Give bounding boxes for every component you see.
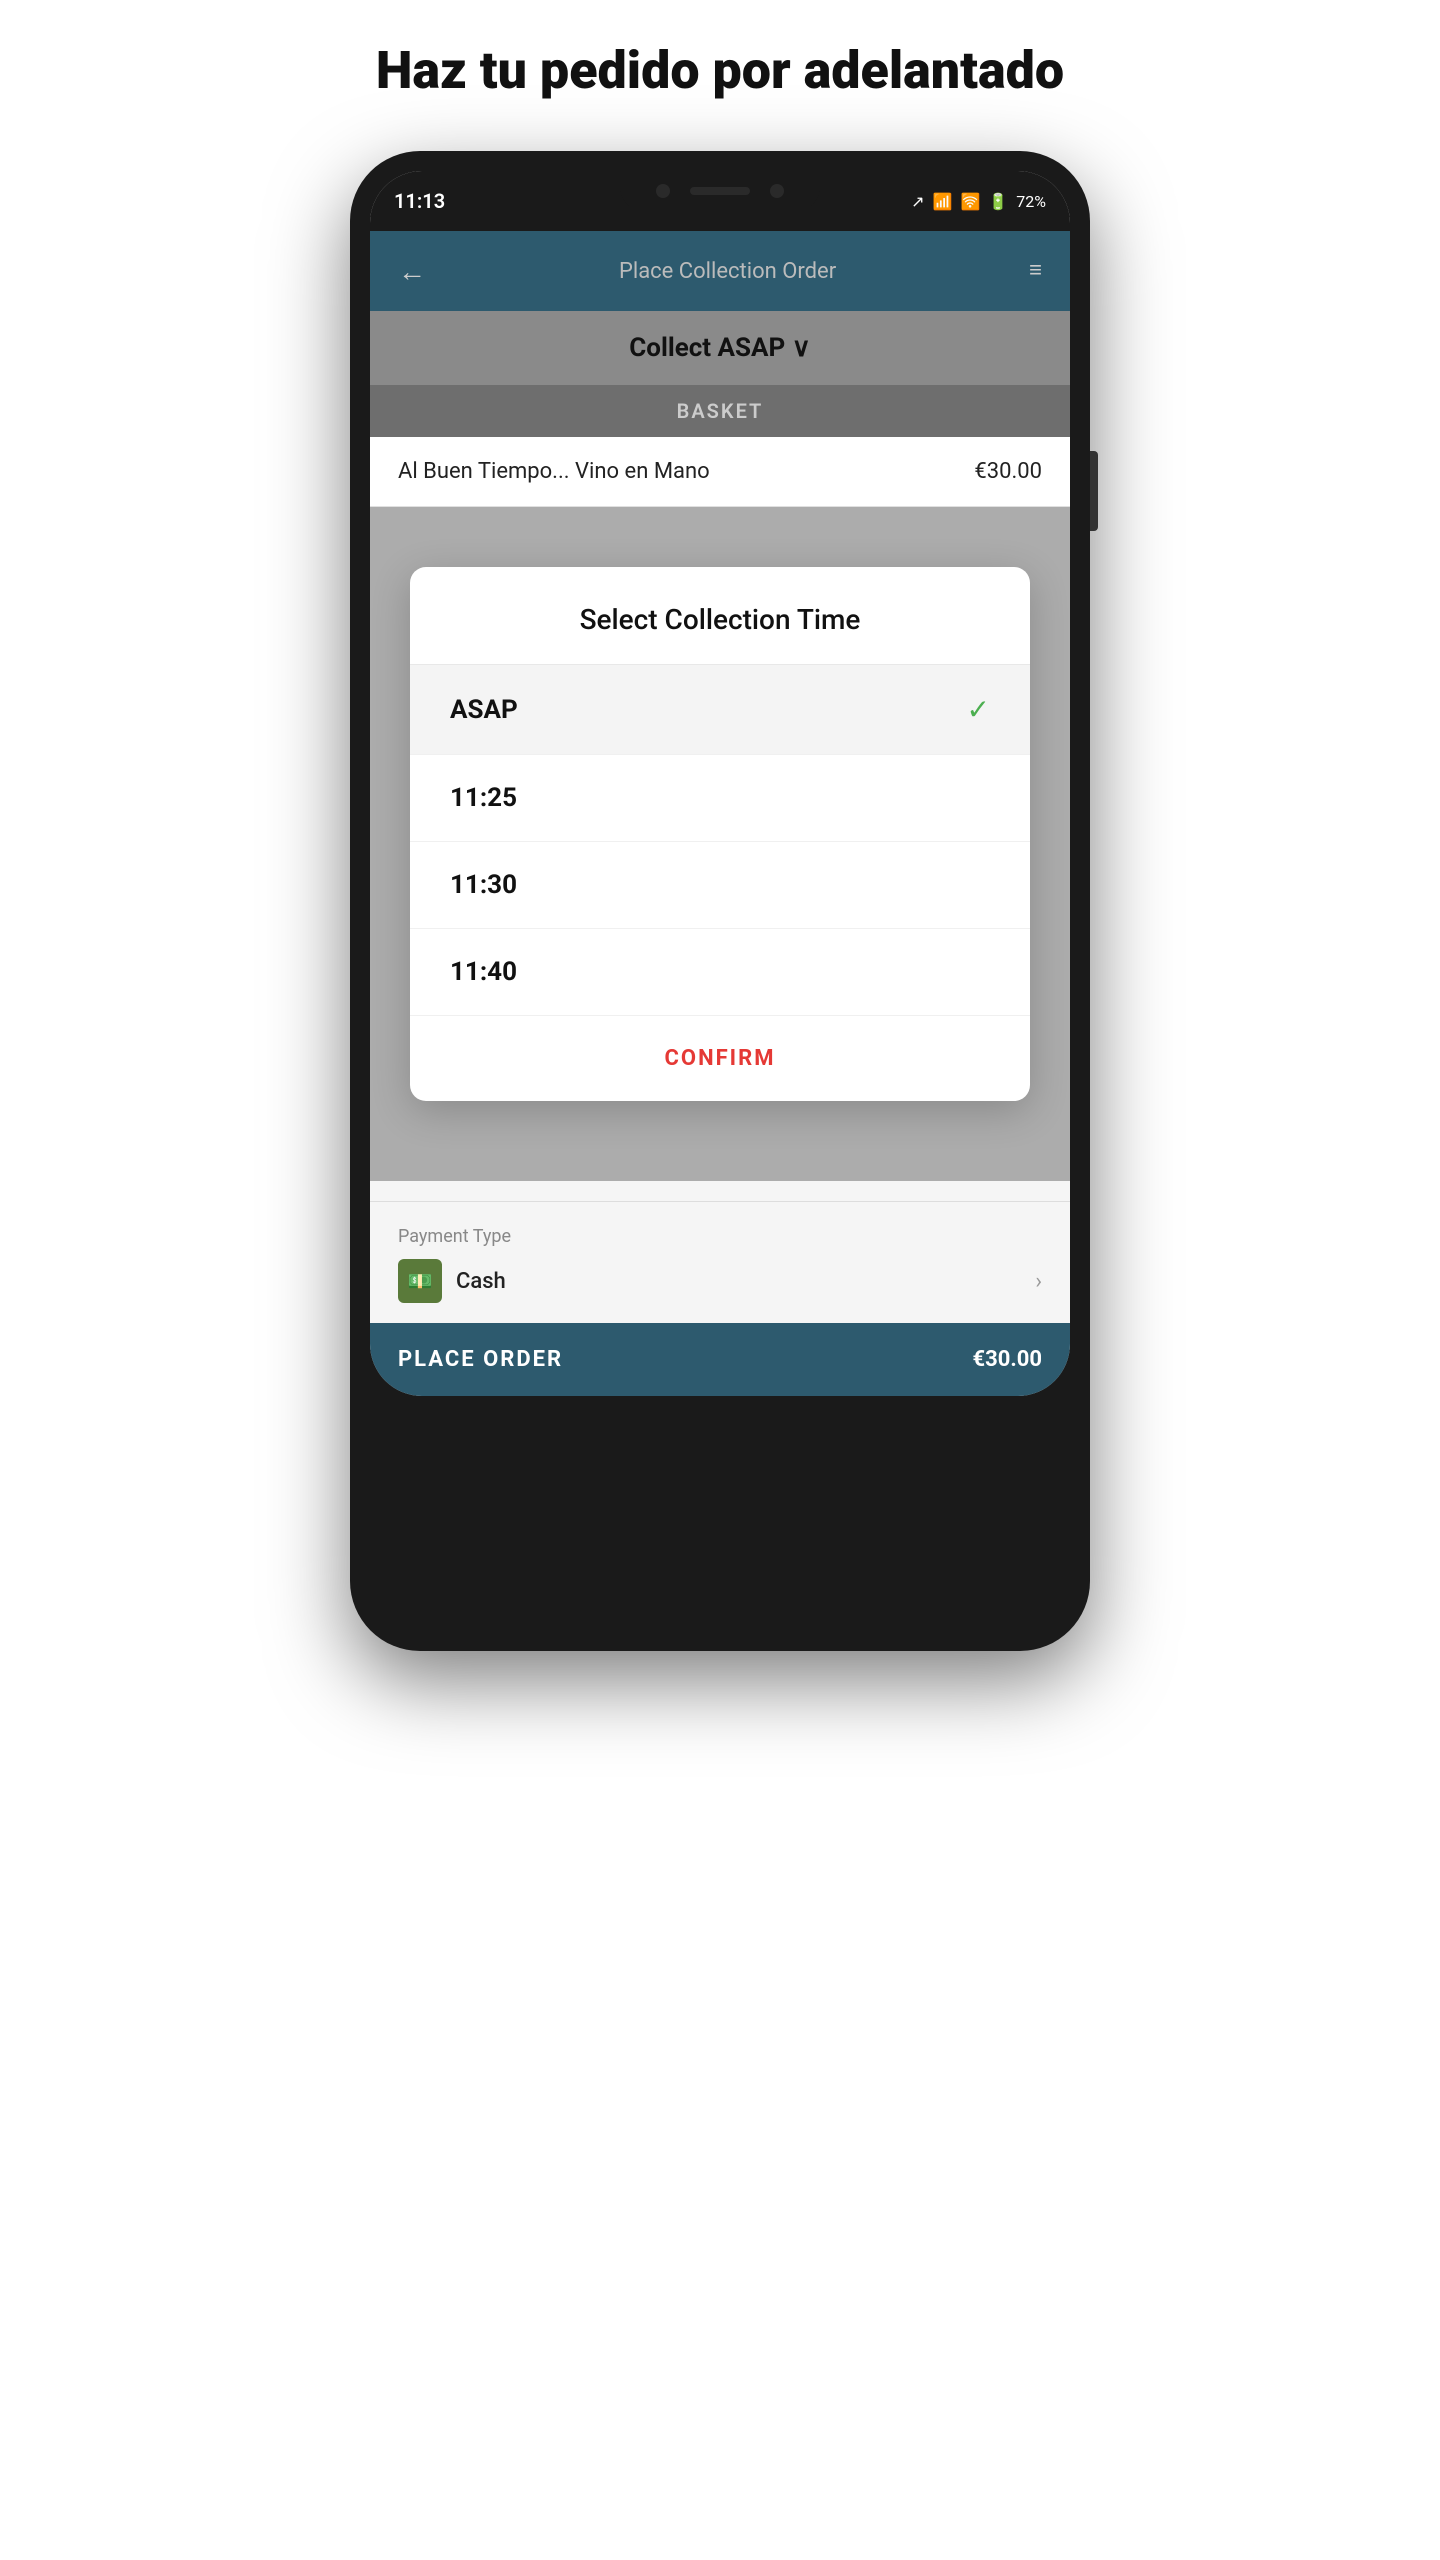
place-order-label: PLACE ORDER bbox=[398, 1347, 563, 1372]
order-item: Al Buen Tiempo... Vino en Mano €30.00 bbox=[370, 437, 1070, 507]
basket-label-bar: BASKET bbox=[370, 385, 1070, 437]
cash-icon: 💵 bbox=[398, 1259, 442, 1303]
modal-overlay: Select Collection Time ASAP ✓ 11:25 11:3… bbox=[370, 507, 1070, 1181]
confirm-button[interactable]: CONFIRM bbox=[410, 1016, 1030, 1101]
collection-time-modal: Select Collection Time ASAP ✓ 11:25 11:3… bbox=[410, 567, 1030, 1101]
collect-asap-bar[interactable]: Collect ASAP ∨ bbox=[370, 311, 1070, 385]
option-time1[interactable]: 11:25 bbox=[410, 755, 1030, 842]
place-order-price: €30.00 bbox=[973, 1347, 1043, 1372]
option-time2-label: 11:30 bbox=[450, 870, 517, 900]
phone-shell: 11:13 ↗ 📶 🛜 🔋 72% ← Place Collection Ord bbox=[350, 151, 1090, 1651]
header-title: Place Collection Order bbox=[619, 259, 836, 284]
confirm-label: CONFIRM bbox=[665, 1046, 776, 1071]
option-time3-label: 11:40 bbox=[450, 957, 517, 987]
app-header: ← Place Collection Order ≡ bbox=[370, 231, 1070, 311]
notch bbox=[620, 171, 820, 211]
option-time3[interactable]: 11:40 bbox=[410, 929, 1030, 1016]
payment-row[interactable]: 💵 Cash › bbox=[398, 1259, 1042, 1303]
power-button bbox=[1090, 451, 1098, 531]
chevron-right-icon: › bbox=[1035, 1269, 1042, 1294]
payment-method: Cash bbox=[456, 1269, 506, 1294]
check-icon: ✓ bbox=[967, 693, 990, 726]
payment-left: 💵 Cash bbox=[398, 1259, 506, 1303]
option-asap[interactable]: ASAP ✓ bbox=[410, 665, 1030, 755]
status-bar: 11:13 ↗ 📶 🛜 🔋 72% bbox=[370, 171, 1070, 231]
phone-screen: 11:13 ↗ 📶 🛜 🔋 72% ← Place Collection Ord bbox=[370, 171, 1070, 1396]
payment-label: Payment Type bbox=[398, 1226, 1042, 1247]
front-sensor bbox=[770, 184, 784, 198]
cash-symbol: 💵 bbox=[408, 1269, 433, 1293]
order-item-name: Al Buen Tiempo... Vino en Mano bbox=[398, 459, 710, 484]
place-order-bar[interactable]: PLACE ORDER €30.00 bbox=[370, 1323, 1070, 1396]
modal-header: Select Collection Time bbox=[410, 567, 1030, 665]
option-time1-label: 11:25 bbox=[450, 783, 517, 813]
signal-icon: ↗ bbox=[911, 192, 924, 211]
collect-asap-label: Collect ASAP ∨ bbox=[629, 333, 811, 363]
basket-label: BASKET bbox=[677, 399, 764, 423]
camera bbox=[656, 184, 670, 198]
battery-icon: 🔋 bbox=[988, 192, 1008, 211]
payment-section: Payment Type 💵 Cash › bbox=[370, 1201, 1070, 1323]
status-icons: ↗ 📶 🛜 🔋 72% bbox=[911, 192, 1046, 211]
modal-title: Select Collection Time bbox=[580, 603, 861, 636]
speaker bbox=[690, 187, 750, 195]
status-time: 11:13 bbox=[394, 189, 445, 213]
battery-percent: 72% bbox=[1016, 192, 1046, 211]
menu-button[interactable]: ≡ bbox=[1029, 260, 1042, 282]
network-icon: 📶 bbox=[933, 192, 953, 211]
order-item-price: €30.00 bbox=[974, 459, 1042, 484]
wifi-icon: 🛜 bbox=[960, 192, 980, 211]
option-asap-label: ASAP bbox=[450, 695, 518, 725]
back-button[interactable]: ← bbox=[398, 255, 426, 288]
page-headline: Haz tu pedido por adelantado bbox=[356, 40, 1084, 101]
option-time2[interactable]: 11:30 bbox=[410, 842, 1030, 929]
